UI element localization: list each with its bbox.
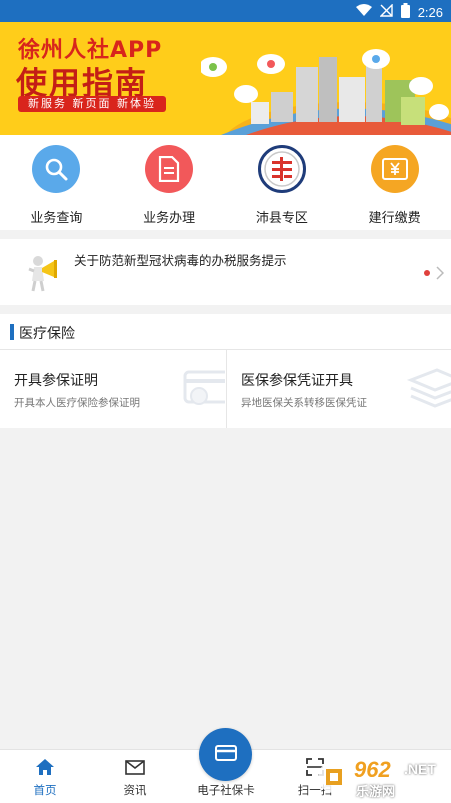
social-security-card-label: 电子社保卡 xyxy=(197,783,255,797)
wifi-icon xyxy=(355,4,372,21)
han-seal-icon xyxy=(257,145,306,193)
card-title: 开具参保证明 xyxy=(14,373,98,389)
quick-action-handle[interactable]: 业务办理 xyxy=(113,135,226,230)
social-security-card-button[interactable] xyxy=(199,728,252,781)
card-subtitle: 异地医保关系转移医保凭证 xyxy=(241,397,367,409)
quick-action-peixian[interactable]: 沛县专区 xyxy=(226,135,339,230)
card-icon xyxy=(181,366,225,414)
quick-action-label: 业务查询 xyxy=(30,211,83,226)
quick-action-label: 业务办理 xyxy=(143,211,196,226)
quick-action-label: 沛县专区 xyxy=(255,211,308,226)
notice-bar[interactable]: 关于防范新型冠状病毒的办税服务提示 xyxy=(0,239,451,305)
status-bar: 2:26 xyxy=(0,0,451,22)
quick-action-label: 建行缴费 xyxy=(368,211,421,226)
tab-news[interactable]: 资讯 xyxy=(90,750,180,803)
home-icon xyxy=(35,758,55,780)
tab-label: 资讯 xyxy=(123,783,147,797)
watermark-logo: 962 .NET 乐游网 xyxy=(316,757,448,800)
yuan-icon xyxy=(370,145,419,193)
card-subtitle: 开具本人医疗保险参保证明 xyxy=(14,397,140,409)
guide-banner[interactable]: 徐州人社APP 使用指南 新服务 新页面 新体验 xyxy=(0,22,451,135)
document-icon xyxy=(145,145,194,193)
megaphone-icon xyxy=(24,251,64,297)
chevron-right-icon[interactable] xyxy=(436,265,445,284)
tab-home[interactable]: 首页 xyxy=(0,750,90,803)
carousel-dot-indicator xyxy=(424,270,430,276)
quick-action-query[interactable]: 业务查询 xyxy=(0,135,113,230)
tab-label: 首页 xyxy=(33,783,57,797)
banner-tagline: 新服务 新页面 新体验 xyxy=(18,96,166,112)
section-title: 医疗保险 xyxy=(19,326,75,342)
insurance-voucher-card[interactable]: 医保参保凭证开具 异地医保关系转移医保凭证 xyxy=(227,350,451,428)
watermark-emblem-icon xyxy=(318,761,350,793)
card-title: 医保参保凭证开具 xyxy=(241,373,353,389)
watermark-text: 乐游网 xyxy=(356,785,396,800)
search-icon xyxy=(32,145,81,193)
medical-insurance-section: 医疗保险 开具参保证明 开具本人医疗保险参保证明 医保参保凭证开具 异地医保关系… xyxy=(0,314,451,428)
quick-action-ccb-payment[interactable]: 建行缴费 xyxy=(338,135,451,230)
watermark-brand: 962 xyxy=(354,757,391,782)
no-signal-icon xyxy=(378,3,393,21)
card-icon xyxy=(214,744,237,765)
quick-actions: 业务查询 业务办理 沛县专区 建行缴费 xyxy=(0,135,451,230)
city-illustration xyxy=(201,49,451,135)
notice-text: 关于防范新型冠状病毒的办税服务提示 xyxy=(74,253,287,268)
battery-icon xyxy=(400,3,410,22)
status-time: 2:26 xyxy=(417,5,443,20)
stack-icon xyxy=(406,366,451,414)
mail-icon xyxy=(125,759,145,779)
watermark-domain: .NET xyxy=(404,761,436,777)
insurance-certificate-card[interactable]: 开具参保证明 开具本人医疗保险参保证明 xyxy=(0,350,225,428)
section-accent-bar xyxy=(10,324,14,340)
